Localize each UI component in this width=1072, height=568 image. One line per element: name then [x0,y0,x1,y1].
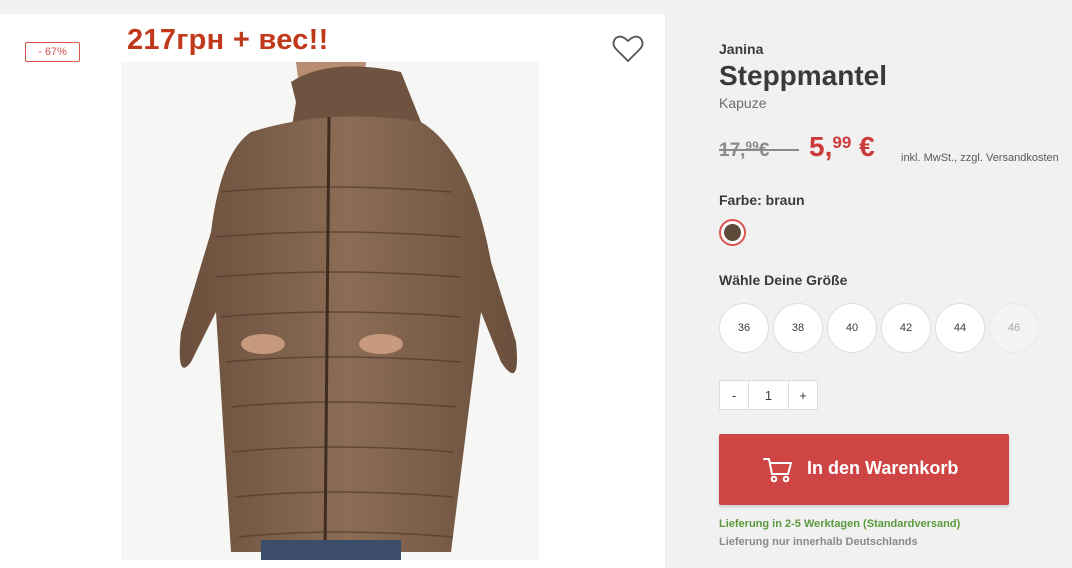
quantity-stepper: - 1 + [719,380,818,410]
wishlist-button[interactable] [612,34,644,64]
heart-icon [612,35,644,63]
coat-illustration [179,62,517,560]
size-option[interactable]: 44 [935,303,985,353]
delivery-time: Lieferung in 2-5 Werktagen (Standardvers… [719,518,961,530]
add-to-cart-button[interactable]: In den Warenkorb [719,434,1009,505]
size-label: Wähle Deine Größe [719,272,848,288]
delivery-region: Lieferung nur innerhalb Deutschlands [719,536,918,548]
old-price: 17,99€ [719,139,799,162]
product-image[interactable] [121,62,539,560]
product-gallery-card: - 67% 217грн + вес!! [0,14,665,568]
size-option[interactable]: 36 [719,303,769,353]
size-option[interactable]: 38 [773,303,823,353]
swatch-dot [724,224,741,241]
sale-price: 5,99 € [809,131,875,162]
color-swatch-brown[interactable] [719,219,746,246]
quantity-decrease-button[interactable]: - [719,380,749,410]
cart-icon [763,458,792,483]
quantity-increase-button[interactable]: + [788,380,818,410]
color-label: Farbe: braun [719,192,805,208]
size-option-unavailable: 46 [989,303,1039,353]
product-info: Janina Steppmantel Kapuze 17,99€ 5,99 € … [719,0,1072,568]
product-title: Steppmantel [719,60,888,91]
product-brand[interactable]: Janina [719,41,763,57]
tax-note: inkl. MwSt., zzgl. Versandkosten [901,152,1059,164]
size-selector: 36 38 40 42 44 46 [719,303,1039,353]
quantity-input[interactable]: 1 [749,380,788,410]
add-to-cart-label: In den Warenkorb [807,458,959,478]
product-subtitle: Kapuze [719,95,767,111]
discount-badge: - 67% [25,42,80,62]
price-note-overlay: 217грн + вес!! [127,24,329,56]
size-option[interactable]: 40 [827,303,877,353]
size-option[interactable]: 42 [881,303,931,353]
